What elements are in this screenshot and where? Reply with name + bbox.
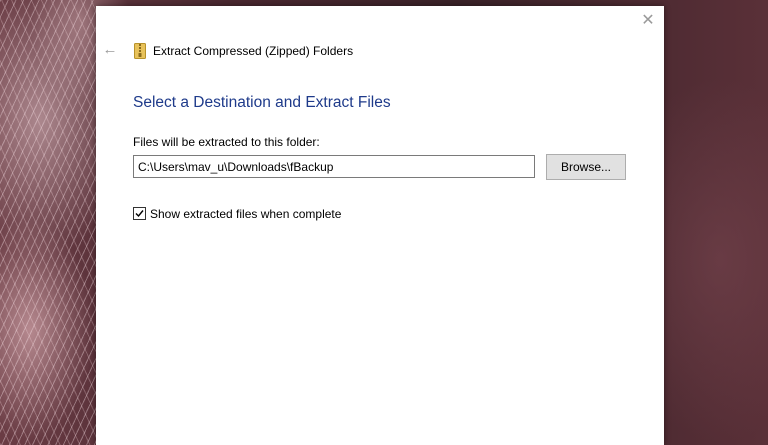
browse-button[interactable]: Browse... xyxy=(546,154,626,180)
close-icon[interactable]: ✕ xyxy=(636,10,660,32)
show-files-label[interactable]: Show extracted files when complete xyxy=(150,207,341,221)
show-files-checkbox[interactable] xyxy=(133,207,146,220)
back-arrow-icon[interactable]: ← xyxy=(100,40,120,60)
page-heading: Select a Destination and Extract Files xyxy=(133,94,391,111)
desktop-wallpaper xyxy=(0,0,96,445)
window-title: Extract Compressed (Zipped) Folders xyxy=(153,44,354,58)
destination-label: Files will be extracted to this folder: xyxy=(133,135,320,149)
checkmark-icon xyxy=(135,210,144,218)
zip-folder-icon xyxy=(134,43,146,59)
destination-path-input[interactable] xyxy=(133,155,535,178)
extract-dialog: ✕ ← Extract Compressed (Zipped) Folders … xyxy=(96,6,664,445)
